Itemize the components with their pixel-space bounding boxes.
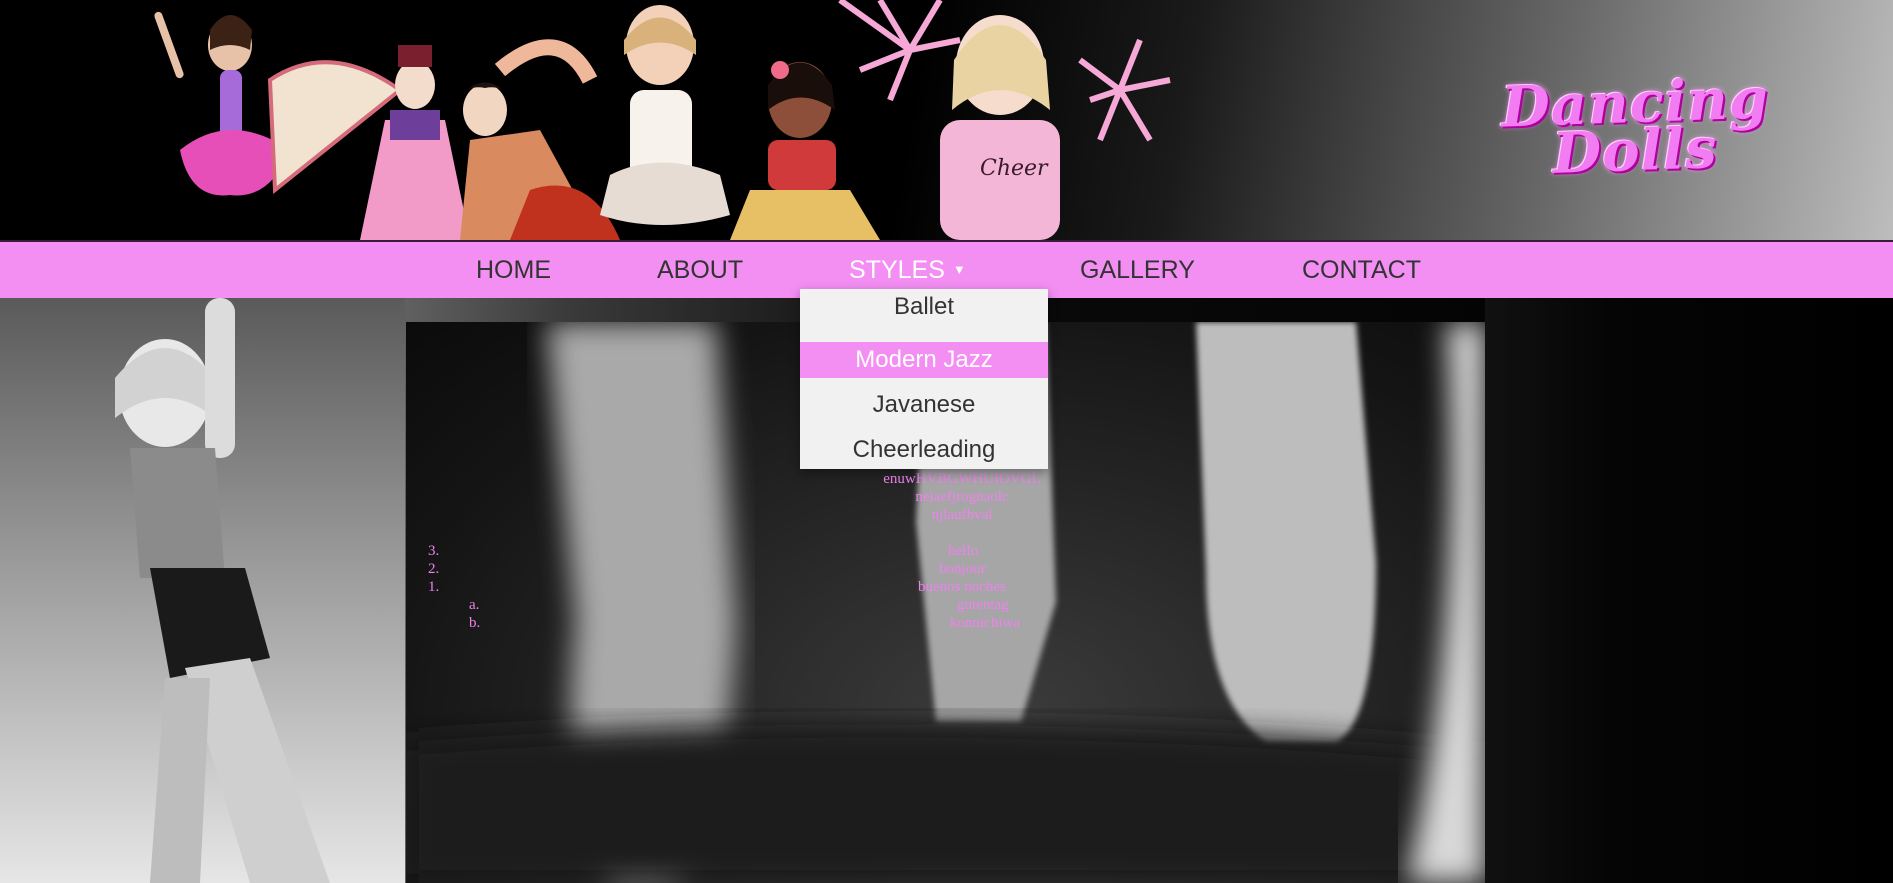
gibberish-line: njlaufhval: [931, 507, 993, 523]
chevron-down-icon: ▼: [952, 262, 966, 277]
dancer-stretch-image: [0, 298, 405, 883]
logo-line-2: Dolls: [1551, 115, 1719, 187]
dolls-banner-image: Cheer: [154, 0, 1171, 240]
greeting-item: hello: [948, 543, 978, 559]
nav-styles-label: STYLES: [849, 256, 945, 284]
nav-contact[interactable]: CONTACT: [1302, 242, 1421, 298]
menu-item-modern-jazz[interactable]: Modern Jazz: [800, 342, 1048, 378]
gibberish-line: neiaefjrognaolc: [915, 489, 1009, 505]
nav-about[interactable]: ABOUT: [657, 242, 743, 298]
list-marker: 2.: [428, 561, 440, 577]
list-marker: b.: [469, 615, 481, 631]
menu-item-javanese[interactable]: Javanese: [800, 387, 1048, 423]
site-header: Cheer Dancing Dolls: [0, 0, 1893, 240]
list-marker: a.: [469, 597, 480, 613]
nav-gallery[interactable]: GALLERY: [1080, 242, 1195, 298]
greeting-item: buenos noches: [918, 579, 1006, 595]
list-marker: 3.: [428, 543, 440, 559]
styles-dropdown-menu: Ballet Modern Jazz Javanese Cheerleading: [800, 289, 1048, 469]
list-marker: 1.: [428, 579, 440, 595]
menu-item-cheerleading[interactable]: Cheerleading: [800, 432, 1048, 468]
menu-item-ballet[interactable]: Ballet: [800, 289, 1048, 325]
greeting-item: bonjour: [939, 561, 986, 577]
gibberish-text-block: enuwHVBGWHUIOVGL neiaefjrognaolc njlaufh…: [852, 470, 1072, 524]
right-shade: [1485, 298, 1893, 883]
gibberish-line: enuwHVBGWHUIOVGL: [883, 471, 1041, 487]
greeting-item: gutentag: [957, 597, 1009, 613]
dancing-dolls-logo[interactable]: Dancing Dolls: [1470, 65, 1800, 187]
svg-text:Cheer: Cheer: [980, 156, 1049, 181]
greeting-item: konnichiwa: [950, 615, 1020, 631]
nav-home[interactable]: HOME: [476, 242, 551, 298]
